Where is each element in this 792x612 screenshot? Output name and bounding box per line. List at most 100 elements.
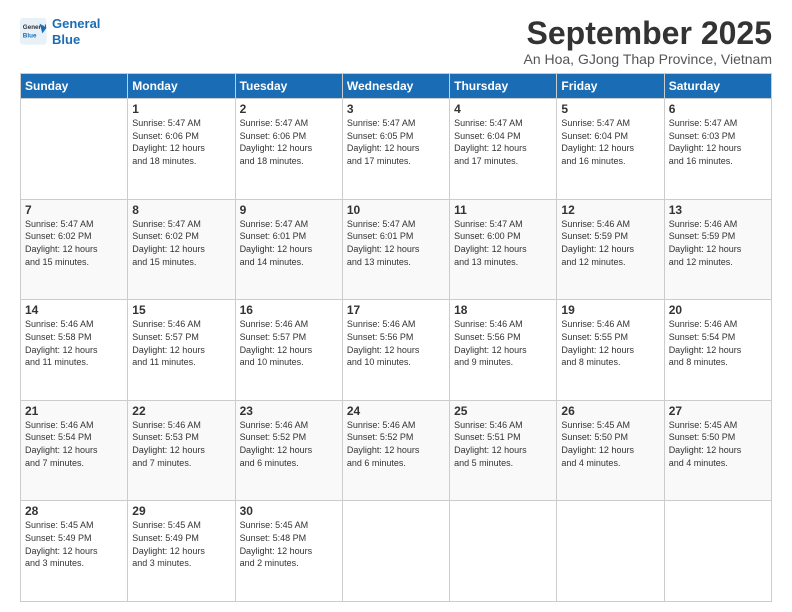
- calendar-cell: 10Sunrise: 5:47 AMSunset: 6:01 PMDayligh…: [342, 199, 449, 300]
- calendar-cell: 19Sunrise: 5:46 AMSunset: 5:55 PMDayligh…: [557, 300, 664, 401]
- day-number: 15: [132, 303, 230, 317]
- day-number: 6: [669, 102, 767, 116]
- day-number: 3: [347, 102, 445, 116]
- calendar-cell: 22Sunrise: 5:46 AMSunset: 5:53 PMDayligh…: [128, 400, 235, 501]
- calendar-cell: 27Sunrise: 5:45 AMSunset: 5:50 PMDayligh…: [664, 400, 771, 501]
- title-area: September 2025 An Hoa, GJong Thap Provin…: [523, 16, 772, 67]
- day-number: 17: [347, 303, 445, 317]
- day-info: Sunrise: 5:47 AMSunset: 6:06 PMDaylight:…: [240, 117, 338, 167]
- day-info: Sunrise: 5:46 AMSunset: 5:56 PMDaylight:…: [347, 318, 445, 368]
- day-number: 29: [132, 504, 230, 518]
- day-number: 9: [240, 203, 338, 217]
- day-info: Sunrise: 5:47 AMSunset: 6:06 PMDaylight:…: [132, 117, 230, 167]
- calendar-cell: 15Sunrise: 5:46 AMSunset: 5:57 PMDayligh…: [128, 300, 235, 401]
- day-number: 18: [454, 303, 552, 317]
- day-info: Sunrise: 5:46 AMSunset: 5:56 PMDaylight:…: [454, 318, 552, 368]
- calendar-cell: 9Sunrise: 5:47 AMSunset: 6:01 PMDaylight…: [235, 199, 342, 300]
- calendar-week-row: 1Sunrise: 5:47 AMSunset: 6:06 PMDaylight…: [21, 99, 772, 200]
- calendar-cell: 16Sunrise: 5:46 AMSunset: 5:57 PMDayligh…: [235, 300, 342, 401]
- weekday-header-sunday: Sunday: [21, 74, 128, 99]
- calendar-cell: 23Sunrise: 5:46 AMSunset: 5:52 PMDayligh…: [235, 400, 342, 501]
- day-info: Sunrise: 5:47 AMSunset: 6:02 PMDaylight:…: [25, 218, 123, 268]
- day-number: 11: [454, 203, 552, 217]
- weekday-header-monday: Monday: [128, 74, 235, 99]
- weekday-header-row: SundayMondayTuesdayWednesdayThursdayFrid…: [21, 74, 772, 99]
- calendar-cell: 29Sunrise: 5:45 AMSunset: 5:49 PMDayligh…: [128, 501, 235, 602]
- logo: General Blue GeneralBlue: [20, 16, 100, 47]
- day-number: 8: [132, 203, 230, 217]
- calendar-cell: 26Sunrise: 5:45 AMSunset: 5:50 PMDayligh…: [557, 400, 664, 501]
- calendar-cell: [664, 501, 771, 602]
- day-info: Sunrise: 5:45 AMSunset: 5:49 PMDaylight:…: [132, 519, 230, 569]
- day-info: Sunrise: 5:46 AMSunset: 5:58 PMDaylight:…: [25, 318, 123, 368]
- day-number: 12: [561, 203, 659, 217]
- calendar-cell: 24Sunrise: 5:46 AMSunset: 5:52 PMDayligh…: [342, 400, 449, 501]
- calendar-cell: 17Sunrise: 5:46 AMSunset: 5:56 PMDayligh…: [342, 300, 449, 401]
- calendar-cell: 1Sunrise: 5:47 AMSunset: 6:06 PMDaylight…: [128, 99, 235, 200]
- calendar-cell: [450, 501, 557, 602]
- day-info: Sunrise: 5:46 AMSunset: 5:52 PMDaylight:…: [347, 419, 445, 469]
- weekday-header-thursday: Thursday: [450, 74, 557, 99]
- calendar-cell: 28Sunrise: 5:45 AMSunset: 5:49 PMDayligh…: [21, 501, 128, 602]
- calendar-cell: 12Sunrise: 5:46 AMSunset: 5:59 PMDayligh…: [557, 199, 664, 300]
- day-info: Sunrise: 5:47 AMSunset: 6:01 PMDaylight:…: [240, 218, 338, 268]
- day-number: 30: [240, 504, 338, 518]
- day-number: 5: [561, 102, 659, 116]
- calendar-table: SundayMondayTuesdayWednesdayThursdayFrid…: [20, 73, 772, 602]
- day-info: Sunrise: 5:46 AMSunset: 5:59 PMDaylight:…: [669, 218, 767, 268]
- day-number: 10: [347, 203, 445, 217]
- page-header: General Blue GeneralBlue September 2025 …: [20, 16, 772, 67]
- day-number: 2: [240, 102, 338, 116]
- calendar-cell: 25Sunrise: 5:46 AMSunset: 5:51 PMDayligh…: [450, 400, 557, 501]
- day-number: 26: [561, 404, 659, 418]
- day-info: Sunrise: 5:46 AMSunset: 5:53 PMDaylight:…: [132, 419, 230, 469]
- month-title: September 2025: [523, 16, 772, 51]
- day-number: 19: [561, 303, 659, 317]
- day-number: 21: [25, 404, 123, 418]
- weekday-header-saturday: Saturday: [664, 74, 771, 99]
- day-number: 13: [669, 203, 767, 217]
- day-number: 28: [25, 504, 123, 518]
- calendar-cell: 2Sunrise: 5:47 AMSunset: 6:06 PMDaylight…: [235, 99, 342, 200]
- calendar-cell: 13Sunrise: 5:46 AMSunset: 5:59 PMDayligh…: [664, 199, 771, 300]
- location-subtitle: An Hoa, GJong Thap Province, Vietnam: [523, 51, 772, 67]
- day-info: Sunrise: 5:47 AMSunset: 6:05 PMDaylight:…: [347, 117, 445, 167]
- day-info: Sunrise: 5:47 AMSunset: 6:03 PMDaylight:…: [669, 117, 767, 167]
- day-number: 16: [240, 303, 338, 317]
- calendar-week-row: 21Sunrise: 5:46 AMSunset: 5:54 PMDayligh…: [21, 400, 772, 501]
- svg-text:Blue: Blue: [23, 32, 37, 39]
- day-info: Sunrise: 5:45 AMSunset: 5:50 PMDaylight:…: [561, 419, 659, 469]
- day-info: Sunrise: 5:46 AMSunset: 5:57 PMDaylight:…: [240, 318, 338, 368]
- day-info: Sunrise: 5:47 AMSunset: 6:01 PMDaylight:…: [347, 218, 445, 268]
- day-info: Sunrise: 5:45 AMSunset: 5:49 PMDaylight:…: [25, 519, 123, 569]
- day-info: Sunrise: 5:46 AMSunset: 5:54 PMDaylight:…: [669, 318, 767, 368]
- day-info: Sunrise: 5:46 AMSunset: 5:52 PMDaylight:…: [240, 419, 338, 469]
- calendar-cell: [557, 501, 664, 602]
- day-number: 24: [347, 404, 445, 418]
- calendar-cell: 20Sunrise: 5:46 AMSunset: 5:54 PMDayligh…: [664, 300, 771, 401]
- calendar-week-row: 14Sunrise: 5:46 AMSunset: 5:58 PMDayligh…: [21, 300, 772, 401]
- logo-text: GeneralBlue: [52, 16, 100, 47]
- day-info: Sunrise: 5:47 AMSunset: 6:00 PMDaylight:…: [454, 218, 552, 268]
- calendar-cell: 21Sunrise: 5:46 AMSunset: 5:54 PMDayligh…: [21, 400, 128, 501]
- weekday-header-friday: Friday: [557, 74, 664, 99]
- day-info: Sunrise: 5:47 AMSunset: 6:04 PMDaylight:…: [561, 117, 659, 167]
- day-info: Sunrise: 5:45 AMSunset: 5:50 PMDaylight:…: [669, 419, 767, 469]
- calendar-cell: 6Sunrise: 5:47 AMSunset: 6:03 PMDaylight…: [664, 99, 771, 200]
- day-number: 20: [669, 303, 767, 317]
- day-info: Sunrise: 5:45 AMSunset: 5:48 PMDaylight:…: [240, 519, 338, 569]
- calendar-cell: 8Sunrise: 5:47 AMSunset: 6:02 PMDaylight…: [128, 199, 235, 300]
- day-number: 14: [25, 303, 123, 317]
- calendar-cell: [342, 501, 449, 602]
- day-number: 7: [25, 203, 123, 217]
- day-number: 22: [132, 404, 230, 418]
- day-number: 1: [132, 102, 230, 116]
- day-info: Sunrise: 5:46 AMSunset: 5:54 PMDaylight:…: [25, 419, 123, 469]
- day-info: Sunrise: 5:46 AMSunset: 5:57 PMDaylight:…: [132, 318, 230, 368]
- calendar-cell: 5Sunrise: 5:47 AMSunset: 6:04 PMDaylight…: [557, 99, 664, 200]
- calendar-cell: 3Sunrise: 5:47 AMSunset: 6:05 PMDaylight…: [342, 99, 449, 200]
- calendar-cell: 14Sunrise: 5:46 AMSunset: 5:58 PMDayligh…: [21, 300, 128, 401]
- logo-icon: General Blue: [20, 18, 48, 46]
- day-info: Sunrise: 5:46 AMSunset: 5:55 PMDaylight:…: [561, 318, 659, 368]
- calendar-cell: 30Sunrise: 5:45 AMSunset: 5:48 PMDayligh…: [235, 501, 342, 602]
